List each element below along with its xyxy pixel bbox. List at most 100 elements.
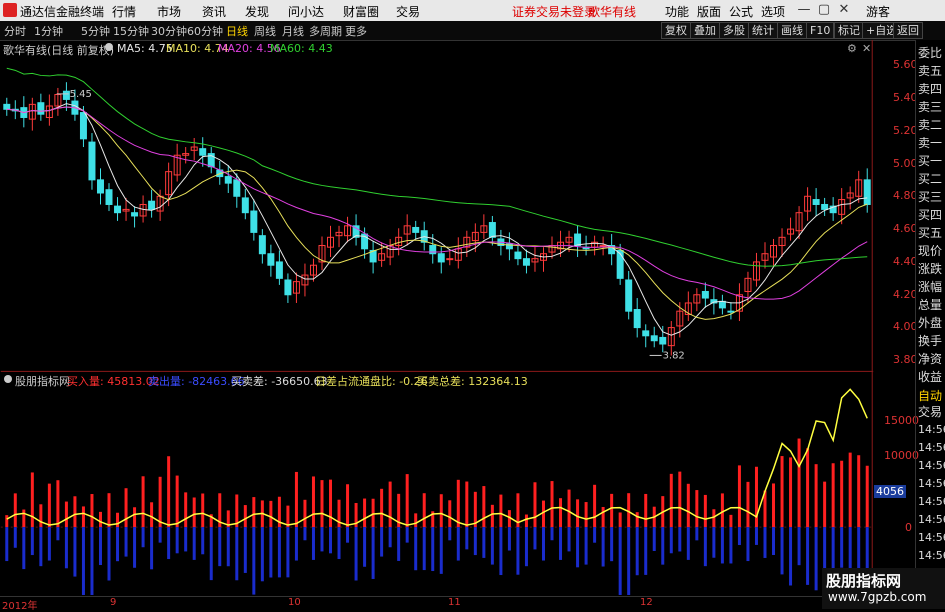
buy-bar [857, 455, 861, 528]
sell-bar [98, 527, 102, 566]
sell-bar [754, 527, 758, 545]
close-indicator-icon[interactable]: ✕ [862, 42, 871, 55]
candle-body [105, 189, 113, 205]
sell-bar [840, 527, 844, 568]
buy-bar [252, 497, 256, 528]
sell-bar [269, 527, 273, 578]
buy-bar [695, 490, 699, 528]
tool-back[interactable]: 返回 [893, 22, 923, 39]
buy-bar [192, 497, 196, 528]
buy-bar [644, 493, 648, 528]
period-weekly[interactable]: 周线 [254, 23, 276, 39]
period-5min[interactable]: 5分钟 [81, 23, 110, 39]
buy-bar [184, 492, 188, 528]
user-label[interactable]: 游客 [866, 3, 890, 20]
date-tick: 10 [288, 597, 301, 608]
sell-bar [277, 527, 281, 578]
period-1min[interactable]: 1分钟 [34, 23, 63, 39]
price-tick: 4.40 [893, 255, 918, 268]
menu-trade[interactable]: 交易 [396, 3, 420, 20]
auto-label[interactable]: 自动 [918, 387, 942, 404]
sell-bar [13, 527, 17, 548]
panel-label: 涨跌 [918, 262, 943, 276]
candle-body [96, 179, 104, 194]
candle-body [114, 205, 122, 214]
menu-ask[interactable]: 问小达 [288, 3, 324, 20]
sell-bar [456, 527, 460, 561]
buy-bar [329, 479, 333, 528]
buy-bar [627, 493, 631, 528]
sell-bar [703, 527, 707, 567]
sell-bar [431, 527, 435, 572]
tool-multi-stock[interactable]: 多股 [719, 22, 749, 39]
date-tick: 11 [448, 597, 461, 608]
tool-overlay[interactable]: 叠加 [690, 22, 720, 39]
candle-body [446, 258, 454, 261]
sell-bar [678, 527, 682, 552]
sell-bar [559, 527, 563, 560]
buy-bar [482, 486, 486, 528]
period-60min[interactable]: 60分钟 [187, 23, 223, 39]
buy-bar [635, 512, 639, 528]
period-more[interactable]: 更多 [345, 23, 367, 39]
buy-bar [746, 481, 750, 528]
sell-bar [780, 527, 784, 575]
menu-layout[interactable]: 版面 [697, 3, 721, 20]
menu-news[interactable]: 资讯 [202, 3, 226, 20]
menu-formula[interactable]: 公式 [729, 3, 753, 20]
sell-bar [644, 527, 648, 575]
period-timeshare[interactable]: 分时 [4, 23, 26, 39]
price-tick: 4.00 [893, 320, 918, 333]
panel-label: 买三 [918, 190, 943, 204]
buy-bar [490, 504, 494, 528]
buy-bar [806, 448, 810, 528]
buy-bar [167, 456, 171, 528]
close-icon[interactable]: ✕ [836, 2, 852, 18]
price-tick: 3.80 [893, 353, 918, 366]
tool-restore-rights[interactable]: 复权 [661, 22, 691, 39]
sell-bar [473, 527, 477, 556]
period-monthly[interactable]: 月线 [282, 23, 304, 39]
watermark: 股朋指标网 www.7gpzb.com [822, 568, 945, 609]
buy-bar [64, 501, 68, 528]
tool-draw[interactable]: 画线 [777, 22, 807, 39]
menu-wealth[interactable]: 财富圈 [343, 3, 379, 20]
buy-bar [559, 498, 563, 528]
candle-body [812, 199, 820, 205]
buy-bar [789, 457, 793, 528]
candle-body [258, 235, 266, 255]
date-tick: 12 [640, 597, 653, 608]
settings-gear-icon[interactable]: ⚙ [847, 42, 857, 55]
login-notice[interactable]: 证券交易未登录 [512, 3, 596, 20]
sell-bar [729, 527, 733, 564]
candle-body [88, 141, 96, 181]
candle-body [412, 226, 420, 233]
menu-market[interactable]: 市场 [157, 3, 181, 20]
menu-options[interactable]: 选项 [761, 3, 785, 20]
indicator-tick: 10000 [884, 449, 919, 462]
legend-ma60: MA60: 4.43 [270, 42, 333, 55]
sell-bar [610, 527, 614, 562]
tool-f10[interactable]: F10 [806, 22, 835, 39]
tool-mark[interactable]: 标记 [834, 22, 864, 39]
buy-bar [814, 464, 818, 528]
menu-function[interactable]: 功能 [665, 3, 689, 20]
sell-bar [303, 527, 307, 541]
period-30min[interactable]: 30分钟 [151, 23, 187, 39]
sell-bar [686, 527, 690, 560]
sell-bar [627, 527, 631, 595]
period-multi[interactable]: 多周期 [309, 23, 342, 39]
restore-icon[interactable]: ▢ [816, 2, 832, 18]
period-15min[interactable]: 15分钟 [113, 23, 149, 39]
candle-body [275, 261, 283, 279]
candle-body [625, 279, 633, 312]
buy-bar [388, 481, 392, 528]
tool-stats[interactable]: 统计 [748, 22, 778, 39]
buy-bar [678, 471, 682, 528]
kline-chart[interactable]: 5.45 3.82 [0, 40, 874, 595]
candle-body [514, 251, 522, 260]
menu-discover[interactable]: 发现 [245, 3, 269, 20]
minimize-icon[interactable]: — [796, 2, 812, 18]
period-daily[interactable]: 日线 [226, 23, 248, 39]
menu-quotes[interactable]: 行情 [112, 3, 136, 20]
